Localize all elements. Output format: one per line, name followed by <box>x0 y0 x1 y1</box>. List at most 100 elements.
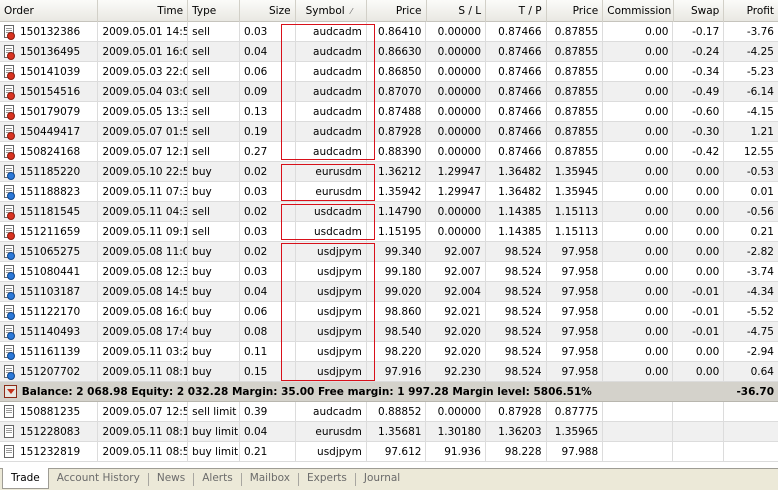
order-row[interactable]: 151122170 2009.05.08 16:02 buy 0.06 usdjpym 9… <box>0 302 778 322</box>
order-row[interactable]: 151181545 2009.05.11 04:31 sell 0.02 usdcadm… <box>0 202 778 222</box>
col-header-swap[interactable]: Swap <box>674 0 725 22</box>
sl-cell: 92.021 <box>426 302 486 321</box>
order-row[interactable]: 151188823 2009.05.11 07:32 buy 0.03 eurusdm 1… <box>0 182 778 202</box>
order-cell: 151207702 <box>0 362 99 381</box>
profit-cell <box>724 442 778 461</box>
col-header-profit[interactable]: Profit <box>724 0 778 22</box>
price-cell: 0.88390 <box>367 142 427 161</box>
summary-collapse-icon[interactable] <box>4 385 17 398</box>
price2-cell: 1.15113 <box>547 222 604 241</box>
col-header-symbol[interactable]: Symbol ⁄ <box>296 0 367 22</box>
col-header-sl[interactable]: S / L <box>427 0 487 22</box>
tp-cell: 0.87466 <box>486 22 547 41</box>
col-header-current-price[interactable]: Price <box>547 0 604 22</box>
buy-order-icon <box>3 244 16 260</box>
order-row[interactable]: 151185220 2009.05.10 22:58 buy 0.02 eurusdm 1… <box>0 162 778 182</box>
type-cell: buy <box>188 342 240 361</box>
col-header-type[interactable]: Type <box>188 0 240 22</box>
pending-order-row[interactable]: 151228083 2009.05.11 08:16 buy limit 0.04 eu… <box>0 422 778 442</box>
profit-cell: -3.74 <box>746 266 774 278</box>
time-cell: 2009.05.08 17:48 <box>98 322 189 341</box>
buy-order-icon <box>3 364 16 380</box>
col-header-commission[interactable]: Commission <box>603 0 674 22</box>
tp-cell: 0.87466 <box>486 82 547 101</box>
sl-cell: 0.00000 <box>426 402 486 421</box>
swap-cell: 0.00 <box>673 202 725 221</box>
order-row[interactable]: 150449417 2009.05.07 01:55 sell 0.19 audcadm… <box>0 122 778 142</box>
order-row[interactable]: 151211659 2009.05.11 09:10 sell 0.03 usdcadm… <box>0 222 778 242</box>
tab-experts[interactable]: Experts <box>299 469 355 488</box>
col-header-price[interactable]: Price <box>367 0 427 22</box>
order-number: 151181545 <box>20 205 81 218</box>
col-header-tp[interactable]: T / P <box>486 0 547 22</box>
commission-cell: 0.00 <box>603 162 674 181</box>
type-cell: sell <box>188 142 240 161</box>
tab-trade[interactable]: Trade <box>2 468 49 489</box>
type-cell: buy limit <box>188 442 240 461</box>
sl-cell: 92.007 <box>426 262 486 281</box>
commission-cell: 0.00 <box>603 222 674 241</box>
sl-cell: 92.020 <box>426 342 486 361</box>
tp-cell: 98.524 <box>486 282 547 301</box>
account-summary-row[interactable]: Balance: 2 068.98 Equity: 2 032.28 Margi… <box>0 382 778 402</box>
commission-cell: 0.00 <box>603 322 674 341</box>
tp-cell: 1.14385 <box>486 202 547 221</box>
symbol-cell: audcadm <box>296 402 367 421</box>
sl-cell: 91.936 <box>426 442 486 461</box>
order-cell: 151228083 <box>0 422 99 441</box>
highlight-box-audcad <box>281 24 375 160</box>
pending-order-row[interactable]: 151232819 2009.05.11 08:53 buy limit 0.21 us… <box>0 442 778 462</box>
sl-cell: 92.004 <box>426 282 486 301</box>
type-cell: buy <box>188 162 240 181</box>
tp-cell: 0.87466 <box>486 62 547 81</box>
order-cell: 151188823 <box>0 182 99 201</box>
tab-news[interactable]: News <box>149 469 193 488</box>
order-number: 151140493 <box>20 325 81 338</box>
price-cell: 1.35681 <box>367 422 427 441</box>
order-row[interactable]: 151103187 2009.05.08 14:50 buy 0.04 usdjpym 9… <box>0 282 778 302</box>
buy-order-icon <box>3 324 16 340</box>
tp-cell: 0.87466 <box>486 142 547 161</box>
column-header-row: Order Time Type Size Symbol ⁄ Price S / L… <box>0 0 778 22</box>
order-row[interactable]: 150136495 2009.05.01 16:04 sell 0.04 audcadm… <box>0 42 778 62</box>
price2-cell: 97.958 <box>547 362 604 381</box>
order-row[interactable]: 151080441 2009.05.08 12:34 buy 0.03 usdjpym 9… <box>0 262 778 282</box>
time-cell: 2009.05.11 08:53 <box>98 442 189 461</box>
total-profit: -36.70 <box>736 386 775 398</box>
order-row[interactable]: 150132386 2009.05.01 14:52 sell 0.03 audcadm… <box>0 22 778 42</box>
highlight-box-usdjpy <box>281 243 375 381</box>
price2-cell: 1.35965 <box>547 422 604 441</box>
type-cell: sell <box>188 122 240 141</box>
order-cell: 151122170 <box>0 302 99 321</box>
tp-cell: 98.524 <box>486 362 547 381</box>
col-header-size[interactable]: Size <box>240 0 296 22</box>
time-cell: 2009.05.11 09:10 <box>98 222 189 241</box>
tab-alerts[interactable]: Alerts <box>194 469 240 488</box>
swap-cell: -0.01 <box>673 302 725 321</box>
time-cell: 2009.05.08 16:02 <box>98 302 189 321</box>
col-header-time[interactable]: Time <box>98 0 189 22</box>
pending-order-row[interactable]: 150881235 2009.05.07 12:51 sell limit 0.39 a… <box>0 402 778 422</box>
tab-journal[interactable]: Journal <box>356 469 408 488</box>
order-number: 151161139 <box>20 345 81 358</box>
col-header-order[interactable]: Order <box>0 0 99 22</box>
order-number: 150881235 <box>20 405 81 418</box>
tab-account-history[interactable]: Account History <box>49 469 148 488</box>
order-row[interactable]: 151140493 2009.05.08 17:48 buy 0.08 usdjpym 9… <box>0 322 778 342</box>
col-header-symbol-label: Symbol <box>305 5 345 17</box>
order-row[interactable]: 150141039 2009.05.03 22:00 sell 0.06 audcadm… <box>0 62 778 82</box>
sell-order-icon <box>3 104 16 120</box>
order-row[interactable]: 150154516 2009.05.04 03:03 sell 0.09 audcadm… <box>0 82 778 102</box>
tab-mailbox[interactable]: Mailbox <box>242 469 298 488</box>
commission-cell: 0.00 <box>603 62 674 81</box>
order-number: 151188823 <box>20 185 81 198</box>
swap-cell: 0.00 <box>673 262 725 281</box>
order-row[interactable]: 151065275 2009.05.08 11:06 buy 0.02 usdjpym 9… <box>0 242 778 262</box>
order-row[interactable]: 150179079 2009.05.05 13:39 sell 0.13 audcadm… <box>0 102 778 122</box>
profit-cell: -5.52 <box>746 306 774 318</box>
order-row[interactable]: 151207702 2009.05.11 08:13 buy 0.15 usdjpym 9… <box>0 362 778 382</box>
tp-cell: 0.87466 <box>486 122 547 141</box>
order-row[interactable]: 150824168 2009.05.07 12:11 sell 0.27 audcadm… <box>0 142 778 162</box>
profit-cell: 1.21 <box>750 126 774 138</box>
order-row[interactable]: 151161139 2009.05.11 03:23 buy 0.11 usdjpym 9… <box>0 342 778 362</box>
